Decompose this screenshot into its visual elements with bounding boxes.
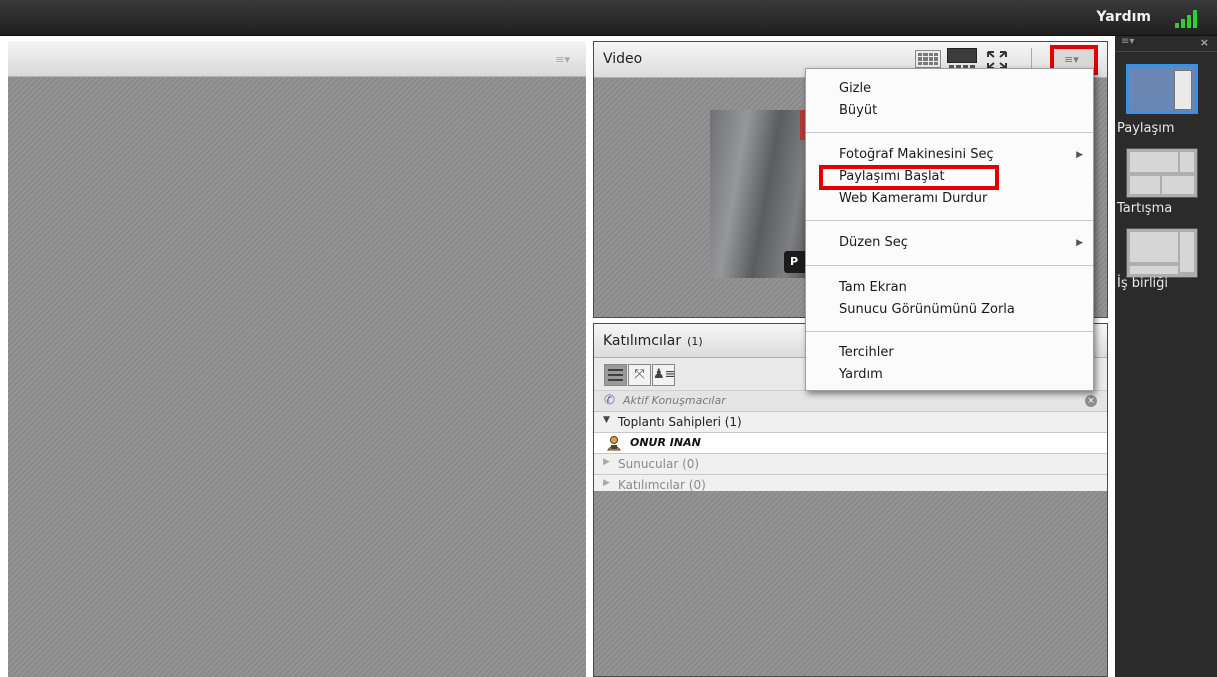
grid-view-icon[interactable] (915, 50, 941, 68)
highlight-box (819, 165, 999, 190)
share-pod: ≡▾ (8, 41, 586, 677)
attendees-pod-empty-area (594, 491, 1107, 676)
attendee-status-icon[interactable]: ♟≡ (652, 364, 676, 386)
menu-separator (806, 220, 1093, 221)
phone-icon: ✆ (604, 393, 615, 408)
layout-thumbnail[interactable] (1126, 148, 1198, 198)
list-view-icon[interactable] (604, 364, 627, 386)
menu-item-maximize[interactable]: Büyüt (839, 103, 877, 118)
collapse-triangle-icon[interactable]: ▶ (603, 457, 610, 467)
filmstrip-view-icon[interactable] (947, 48, 977, 70)
video-pod-options-menu: Gizle Büyüt Fotoğraf Makinesini Seç ▶ Pa… (805, 68, 1094, 391)
group-row-presenters[interactable]: ▶ Sunucular (0) (594, 454, 1107, 475)
submenu-arrow-icon: ▶ (1076, 238, 1083, 248)
share-pod-content (8, 77, 586, 677)
menu-item-hide[interactable]: Gizle (839, 81, 871, 96)
help-menu[interactable]: Yardım (1096, 9, 1151, 25)
fullscreen-icon[interactable] (987, 51, 1007, 69)
menu-separator (806, 331, 1093, 332)
pod-options-icon: ≡▾ (1064, 53, 1079, 66)
share-pod-header: ≡▾ (8, 41, 586, 77)
collapse-triangle-icon[interactable]: ▶ (603, 478, 610, 488)
host-user-icon (607, 436, 621, 451)
pod-options-icon[interactable]: ≡▾ (555, 53, 570, 66)
connection-status-icon (1175, 10, 1197, 28)
layout-thumbnail[interactable] (1126, 64, 1198, 114)
group-row-hosts[interactable]: ▼ Toplantı Sahipleri (1) (594, 412, 1107, 433)
expand-triangle-icon[interactable]: ▼ (603, 415, 610, 425)
menu-item-help[interactable]: Yardım (839, 367, 883, 382)
menu-separator (806, 265, 1093, 266)
layout-thumbnail[interactable] (1126, 228, 1198, 278)
layouts-menu-icon[interactable]: ≡▾ (1121, 36, 1134, 47)
menu-separator (806, 132, 1093, 133)
layouts-bar-header: ≡▾ × (1115, 36, 1217, 52)
menu-item-select-camera[interactable]: Fotoğraf Makinesini Seç (839, 147, 994, 162)
attendee-row[interactable]: ONUR INAN (594, 433, 1107, 454)
clear-icon[interactable]: × (1085, 395, 1097, 407)
menu-item-preferences[interactable]: Tercihler (839, 345, 894, 360)
attendee-count: (1) (687, 335, 703, 348)
menu-item-stop-webcam[interactable]: Web Kameramı Durdur (839, 191, 987, 206)
submenu-arrow-icon: ▶ (1076, 150, 1083, 160)
active-speakers-row: ✆ Aktif Konuşmacılar × (594, 391, 1107, 412)
breakout-rooms-icon[interactable]: ⤧ (628, 364, 651, 386)
top-menu-bar: Yardım (0, 0, 1217, 36)
menu-item-force-presenter-view[interactable]: Sunucu Görünümünü Zorla (839, 302, 1015, 317)
menu-item-select-layout[interactable]: Düzen Seç (839, 235, 908, 250)
menu-item-full-screen[interactable]: Tam Ekran (839, 280, 907, 295)
video-pod-title: Video (603, 51, 643, 67)
layouts-bar: ≡▾ × Paylaşım Tartışma İş birliği (1115, 36, 1217, 677)
attendees-pod-title: Katılımcılar (1) (603, 333, 703, 349)
close-icon[interactable]: × (1200, 36, 1209, 49)
